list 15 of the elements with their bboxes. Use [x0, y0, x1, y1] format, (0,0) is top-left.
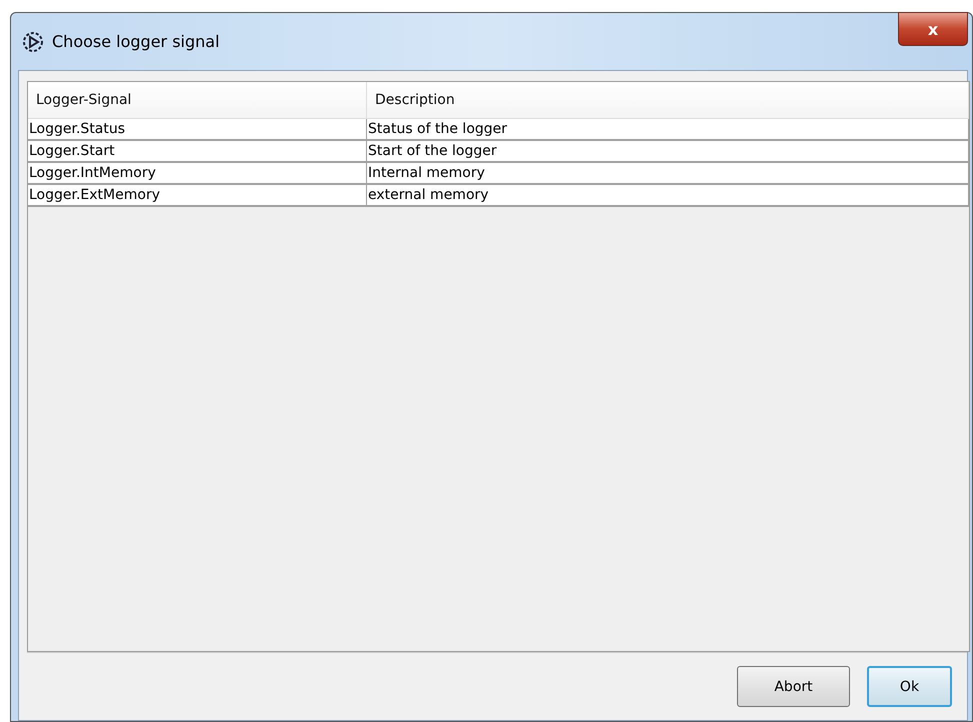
abort-button[interactable]: Abort — [737, 666, 850, 707]
table-cell: Internal memory — [367, 163, 969, 183]
close-button[interactable]: x — [898, 12, 968, 46]
window-title: Choose logger signal — [52, 32, 220, 51]
table-cell: Logger.Status — [28, 119, 367, 139]
column-header[interactable]: Logger-Signal — [28, 82, 367, 118]
table-cell: Start of the logger — [367, 141, 969, 161]
table-cell: Logger.Start — [28, 141, 367, 161]
column-header[interactable]: Description — [367, 82, 969, 118]
table-cell: external memory — [367, 185, 969, 205]
table-cell: Status of the logger — [367, 119, 969, 139]
table-cell: Logger.ExtMemory — [28, 185, 367, 205]
app-icon — [22, 30, 44, 52]
ok-button[interactable]: Ok — [867, 666, 952, 707]
table-cell: Logger.IntMemory — [28, 163, 367, 183]
